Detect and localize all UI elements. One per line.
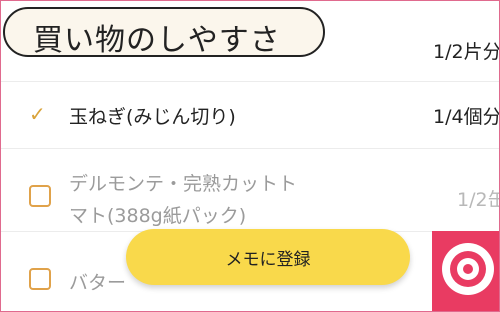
ingredient-quantity: 1/4個分 bbox=[433, 106, 500, 128]
ingredient-row[interactable]: デルモンテ・完熟カットト マト(388g紙パック) 1/2缶 bbox=[1, 149, 499, 231]
recipe-shopping-panel: 買い物のしやすさ 1/2片分 ✓ 玉ねぎ(みじん切り) 1/4個分 デルモンテ・… bbox=[0, 0, 500, 312]
section-title-pill: 買い物のしやすさ bbox=[3, 7, 325, 58]
ingredient-name-line1: デルモンテ・完熟カットト bbox=[69, 173, 298, 195]
target-icon[interactable] bbox=[432, 231, 499, 311]
ingredient-name-line2: マト(388g紙パック) bbox=[69, 205, 247, 227]
add-to-memo-button[interactable]: メモに登録 bbox=[126, 229, 410, 285]
target-icon-graphic bbox=[442, 243, 494, 295]
ingredient-quantity: 1/2片分 bbox=[433, 41, 500, 63]
ingredient-quantity: 1/2缶 bbox=[457, 189, 499, 211]
ingredient-name: 玉ねぎ(みじん切り) bbox=[69, 106, 236, 128]
ingredient-name: バター bbox=[69, 272, 127, 294]
section-title: 買い物のしやすさ bbox=[33, 23, 281, 58]
ingredient-row[interactable]: ✓ 玉ねぎ(みじん切り) 1/4個分 bbox=[1, 82, 499, 148]
ingredient-checkbox[interactable] bbox=[29, 185, 51, 207]
check-icon[interactable]: ✓ bbox=[29, 102, 46, 126]
ingredient-checkbox[interactable] bbox=[29, 268, 51, 290]
